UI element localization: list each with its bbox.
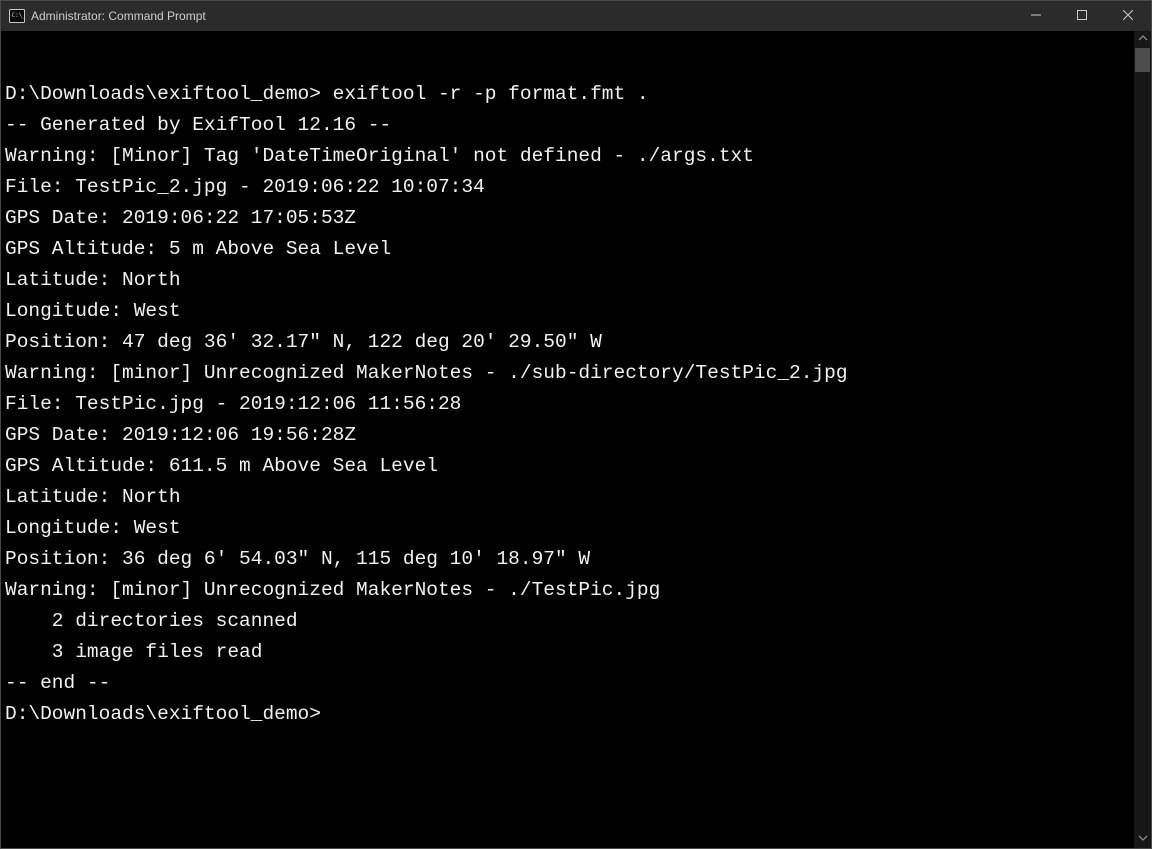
close-button[interactable] [1105,1,1151,31]
maximize-icon [1077,9,1087,23]
output-line: Longitude: West [5,513,1134,544]
cmd-icon: C:\_ [9,8,25,24]
output-line: GPS Date: 2019:12:06 19:56:28Z [5,420,1134,451]
output-line: 2 directories scanned [5,606,1134,637]
scrollbar-thumb[interactable] [1135,48,1150,72]
output-line: Position: 47 deg 36' 32.17" N, 122 deg 2… [5,327,1134,358]
output-line: Latitude: North [5,265,1134,296]
titlebar[interactable]: C:\_ Administrator: Command Prompt [1,1,1151,31]
output-line: Longitude: West [5,296,1134,327]
window-title: Administrator: Command Prompt [31,9,206,23]
output-line: 3 image files read [5,637,1134,668]
output-line: File: TestPic_2.jpg - 2019:06:22 10:07:3… [5,172,1134,203]
scroll-down-button[interactable] [1134,831,1151,848]
output-line: -- Generated by ExifTool 12.16 -- [5,110,1134,141]
content-area: D:\Downloads\exiftool_demo> exiftool -r … [1,31,1151,848]
close-icon [1123,9,1133,23]
output-line: GPS Altitude: 5 m Above Sea Level [5,234,1134,265]
output-line: Warning: [minor] Unrecognized MakerNotes… [5,575,1134,606]
output-line: -- end -- [5,668,1134,699]
prompt-line: D:\Downloads\exiftool_demo> exiftool -r … [5,79,1134,110]
minimize-button[interactable] [1013,1,1059,31]
command-text: exiftool -r -p format.fmt . [333,83,649,105]
prompt-path: D:\Downloads\exiftool_demo> [5,703,321,725]
output-line: Warning: [minor] Unrecognized MakerNotes… [5,358,1134,389]
scroll-up-button[interactable] [1134,31,1151,48]
output-line: File: TestPic.jpg - 2019:12:06 11:56:28 [5,389,1134,420]
output-line: Position: 36 deg 6' 54.03" N, 115 deg 10… [5,544,1134,575]
output-line: Latitude: North [5,482,1134,513]
minimize-icon [1031,9,1041,23]
terminal-output[interactable]: D:\Downloads\exiftool_demo> exiftool -r … [1,31,1134,848]
vertical-scrollbar[interactable] [1134,31,1151,848]
maximize-button[interactable] [1059,1,1105,31]
prompt-path: D:\Downloads\exiftool_demo> [5,83,333,105]
output-line: GPS Altitude: 611.5 m Above Sea Level [5,451,1134,482]
chevron-up-icon [1138,35,1148,45]
chevron-down-icon [1138,835,1148,845]
prompt-line: D:\Downloads\exiftool_demo> [5,699,1134,730]
output-line: Warning: [Minor] Tag 'DateTimeOriginal' … [5,141,1134,172]
command-prompt-window: C:\_ Administrator: Command Prompt D:\Do… [0,0,1152,849]
svg-text:C:\_: C:\_ [12,12,26,19]
output-line: GPS Date: 2019:06:22 17:05:53Z [5,203,1134,234]
scrollbar-track[interactable] [1134,48,1151,831]
